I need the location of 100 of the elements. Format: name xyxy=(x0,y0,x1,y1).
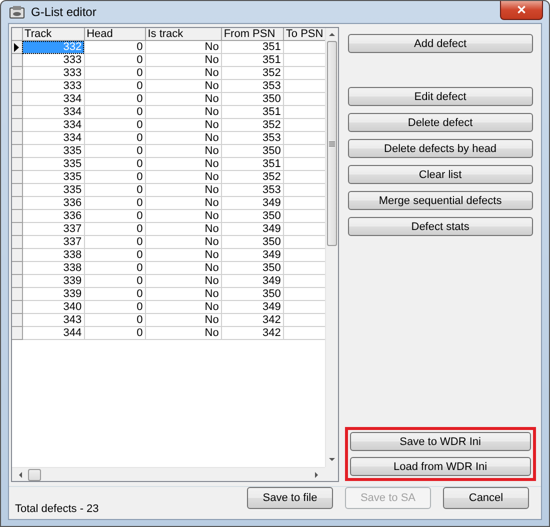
table-cell: 350 xyxy=(221,236,284,248)
table-cell: 0 xyxy=(84,300,146,314)
table-cell: 0 xyxy=(84,66,146,80)
table-cell: No xyxy=(145,170,222,184)
table-cell: 349 xyxy=(221,300,284,314)
table-cell: No xyxy=(145,54,222,66)
table-cell: 336 xyxy=(22,210,84,222)
table-cell: 342 xyxy=(221,326,284,340)
table-cell: 352 xyxy=(221,118,284,132)
table-cell: 0 xyxy=(84,314,146,326)
table-cell: 352 xyxy=(221,66,284,80)
action-button[interactable]: Clear list xyxy=(348,165,533,184)
table-cell: 0 xyxy=(84,132,146,144)
table-cell: No xyxy=(145,132,222,144)
column-header[interactable]: Is track xyxy=(145,28,222,40)
table-cell: 351 xyxy=(221,54,284,66)
table-cell: 337 xyxy=(22,222,84,236)
table-cell: 352 xyxy=(221,170,284,184)
table-cell: 349 xyxy=(221,248,284,262)
table-cell: No xyxy=(145,222,222,236)
table-cell: 350 xyxy=(221,262,284,274)
table-cell: No xyxy=(145,210,222,222)
table-cell: 336 xyxy=(22,196,84,210)
table-cell: 338 xyxy=(22,262,84,274)
table-cell: 340 xyxy=(22,300,84,314)
dialog-button[interactable]: Save to file xyxy=(247,487,333,509)
table-cell: 349 xyxy=(221,274,284,288)
column-header[interactable]: From PSN xyxy=(221,28,284,40)
scroll-right-icon[interactable] xyxy=(312,470,321,478)
table-cell: No xyxy=(145,40,222,54)
table-cell: 0 xyxy=(84,236,146,248)
table-cell: 0 xyxy=(84,184,146,196)
table-cell: 0 xyxy=(84,274,146,288)
table-cell: 353 xyxy=(221,184,284,196)
horizontal-scrollbar[interactable] xyxy=(12,467,325,481)
table-cell: No xyxy=(145,196,222,210)
table-cell: 333 xyxy=(22,66,84,80)
table-cell: 351 xyxy=(221,40,284,54)
column-header[interactable]: Head xyxy=(84,28,146,40)
table-cell: 0 xyxy=(84,158,146,170)
table-cell: 0 xyxy=(84,196,146,210)
table-cell: 334 xyxy=(22,132,84,144)
scroll-down-icon[interactable] xyxy=(328,457,336,463)
table-cell: No xyxy=(145,288,222,300)
table-cell: 0 xyxy=(84,106,146,118)
action-button[interactable]: Add defect xyxy=(348,34,533,53)
table-cell: No xyxy=(145,300,222,314)
column-header[interactable]: Track xyxy=(22,28,84,40)
table-cell: 343 xyxy=(22,314,84,326)
table-cell: 0 xyxy=(84,222,146,236)
action-button[interactable]: Save to WDR Ini xyxy=(350,432,531,451)
table-cell: 334 xyxy=(22,106,84,118)
dialog-button[interactable]: Cancel xyxy=(443,487,529,509)
table-cell: 344 xyxy=(22,326,84,340)
scroll-thumb[interactable] xyxy=(28,468,41,480)
action-button[interactable]: Delete defect xyxy=(348,113,533,132)
action-button[interactable]: Defect stats xyxy=(348,217,533,236)
table-cell: 0 xyxy=(84,40,146,54)
table-cell: 335 xyxy=(22,170,84,184)
action-button[interactable]: Load from WDR Ini xyxy=(350,457,531,476)
grip-icon xyxy=(328,140,335,146)
table-cell: No xyxy=(145,326,222,340)
table-cell: 338 xyxy=(22,248,84,262)
table-cell: 349 xyxy=(221,196,284,210)
table-cell: 334 xyxy=(22,118,84,132)
table-cell: 335 xyxy=(22,144,84,158)
table-cell: 0 xyxy=(84,144,146,158)
table-cell: 350 xyxy=(221,210,284,222)
table-cell: No xyxy=(145,158,222,170)
table-cell: 0 xyxy=(84,248,146,262)
close-button[interactable]: ✕ xyxy=(500,1,543,20)
table-cell: 0 xyxy=(84,262,146,274)
table-cell: 333 xyxy=(22,80,84,92)
table-cell: 337 xyxy=(22,236,84,248)
table-cell: No xyxy=(145,80,222,92)
vertical-scrollbar[interactable] xyxy=(324,28,338,467)
table-cell: 335 xyxy=(22,158,84,170)
table-cell: 351 xyxy=(221,106,284,118)
table-cell: No xyxy=(145,248,222,262)
table-cell: No xyxy=(145,144,222,158)
action-button[interactable]: Merge sequential defects xyxy=(348,191,533,210)
table-cell: No xyxy=(145,106,222,118)
table-cell: 0 xyxy=(84,92,146,106)
table-cell: 0 xyxy=(84,118,146,132)
app-icon xyxy=(9,5,25,19)
table-cell: 353 xyxy=(221,132,284,144)
table-cell: 351 xyxy=(221,158,284,170)
table-cell: 0 xyxy=(84,54,146,66)
table-cell: 350 xyxy=(221,288,284,300)
column-header[interactable]: To PSN xyxy=(283,28,325,40)
scroll-up-icon[interactable] xyxy=(328,31,336,37)
table-cell: 350 xyxy=(221,144,284,158)
table-cell: 0 xyxy=(84,326,146,340)
table-cell: 334 xyxy=(22,92,84,106)
action-button[interactable]: Delete defects by head xyxy=(348,139,533,158)
scroll-thumb[interactable] xyxy=(326,41,337,246)
table-cell: 342 xyxy=(221,314,284,326)
action-button[interactable]: Edit defect xyxy=(348,87,533,106)
table-cell: No xyxy=(145,314,222,326)
table-cell: No xyxy=(145,274,222,288)
